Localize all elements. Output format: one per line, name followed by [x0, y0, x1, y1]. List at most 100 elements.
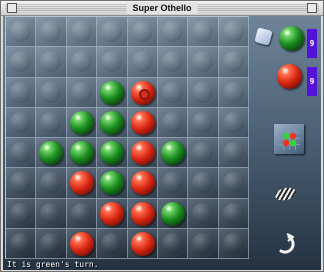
board-cell[interactable]	[218, 228, 249, 259]
red-piece	[130, 80, 155, 105]
zoom-button[interactable]	[307, 3, 317, 13]
board-cell[interactable]	[36, 17, 67, 48]
board-cell[interactable]	[157, 17, 189, 48]
red-piece	[130, 141, 155, 165]
board-cell[interactable]	[6, 107, 37, 138]
board-cell[interactable]	[66, 77, 98, 108]
board-cell[interactable]	[218, 107, 249, 138]
board-cell[interactable]	[66, 198, 98, 229]
board-cell[interactable]	[157, 77, 189, 108]
board-cell[interactable]	[36, 228, 67, 259]
green-score-bar: 9	[307, 29, 317, 58]
board-cell[interactable]	[127, 228, 158, 259]
board-cell[interactable]	[127, 47, 158, 78]
striped-disc-icon[interactable]	[273, 185, 298, 203]
board-cell[interactable]	[36, 138, 67, 169]
board-cell[interactable]	[36, 47, 67, 78]
board-cell[interactable]	[157, 168, 189, 199]
title-bar: Super Othello	[1, 1, 323, 16]
board-cell[interactable]	[97, 17, 128, 48]
board-cell[interactable]	[188, 228, 219, 259]
board-cell[interactable]	[157, 138, 189, 169]
board-cell[interactable]	[188, 138, 219, 169]
board-cell[interactable]	[218, 198, 249, 229]
board-cell[interactable]	[6, 198, 37, 229]
board-cell[interactable]	[66, 138, 98, 169]
board-cell[interactable]	[157, 47, 189, 78]
red-score-piece	[277, 64, 302, 89]
board-cell[interactable]	[218, 17, 249, 48]
board-cell[interactable]	[218, 138, 249, 169]
board-cell[interactable]	[36, 168, 67, 199]
board-cell[interactable]	[6, 17, 37, 48]
board-cell[interactable]	[6, 77, 37, 108]
red-piece	[130, 171, 155, 196]
board-cell[interactable]	[6, 47, 37, 78]
green-score: 9	[309, 39, 315, 48]
game-area: 9 9 It is green's turn.	[3, 16, 321, 270]
board-cell[interactable]	[66, 47, 98, 78]
board-cell[interactable]	[97, 77, 128, 108]
board-cell[interactable]	[127, 168, 158, 199]
cube-icon[interactable]	[254, 27, 273, 46]
board-cell[interactable]	[66, 17, 98, 48]
board-cell[interactable]	[6, 138, 37, 169]
board-cell[interactable]	[97, 107, 128, 138]
board-cell[interactable]	[36, 107, 67, 138]
board-cell[interactable]	[188, 77, 219, 108]
green-piece	[100, 110, 125, 135]
board-cell[interactable]	[66, 168, 98, 199]
green-piece	[100, 141, 125, 165]
green-piece	[100, 80, 125, 105]
red-score: 9	[309, 77, 315, 86]
red-piece	[69, 231, 94, 256]
green-piece	[160, 201, 185, 226]
board-cell[interactable]	[188, 17, 219, 48]
window-title: Super Othello	[126, 2, 198, 14]
board-cell[interactable]	[66, 107, 98, 138]
board-cell[interactable]	[6, 168, 37, 199]
green-piece	[69, 141, 94, 165]
green-piece	[39, 141, 64, 165]
green-score-piece	[279, 26, 304, 51]
board-cell[interactable]	[127, 198, 158, 229]
board-cell[interactable]	[127, 77, 158, 108]
red-piece	[69, 171, 94, 196]
mini-board-icon[interactable]	[274, 124, 304, 154]
board-cell[interactable]	[127, 17, 158, 48]
board-cell[interactable]	[97, 138, 128, 169]
board-cell[interactable]	[188, 198, 219, 229]
board-cell[interactable]	[97, 198, 128, 229]
board-cell[interactable]	[157, 228, 189, 259]
board-cell[interactable]	[218, 47, 249, 78]
board-cell[interactable]	[188, 168, 219, 199]
board-cell[interactable]	[36, 77, 67, 108]
board-cell[interactable]	[97, 168, 128, 199]
board-cell[interactable]	[6, 228, 37, 259]
board-cell[interactable]	[66, 228, 98, 259]
green-piece	[69, 110, 94, 135]
red-piece	[100, 201, 125, 226]
board-cell[interactable]	[218, 77, 249, 108]
board-cell[interactable]	[218, 168, 249, 199]
board-cell[interactable]	[188, 47, 219, 78]
board-cell[interactable]	[97, 228, 128, 259]
red-piece	[130, 110, 155, 135]
board-cell[interactable]	[157, 198, 189, 229]
board-cell[interactable]	[127, 107, 158, 138]
undo-arrow-icon[interactable]	[274, 233, 296, 255]
red-piece	[130, 201, 155, 226]
board-cell[interactable]	[157, 107, 189, 138]
status-message: It is green's turn.	[7, 260, 99, 269]
board-cell[interactable]	[36, 198, 67, 229]
board-cell[interactable]	[188, 107, 219, 138]
othello-board[interactable]	[5, 16, 249, 259]
app-window: Super Othello 9 9 It is green's turn.	[0, 0, 324, 272]
board-cell[interactable]	[97, 47, 128, 78]
green-piece	[100, 171, 125, 196]
green-piece	[160, 141, 185, 165]
board-cell[interactable]	[127, 138, 158, 169]
close-button[interactable]	[7, 3, 17, 13]
side-panel: 9 9	[250, 16, 321, 270]
red-score-bar: 9	[307, 67, 317, 96]
